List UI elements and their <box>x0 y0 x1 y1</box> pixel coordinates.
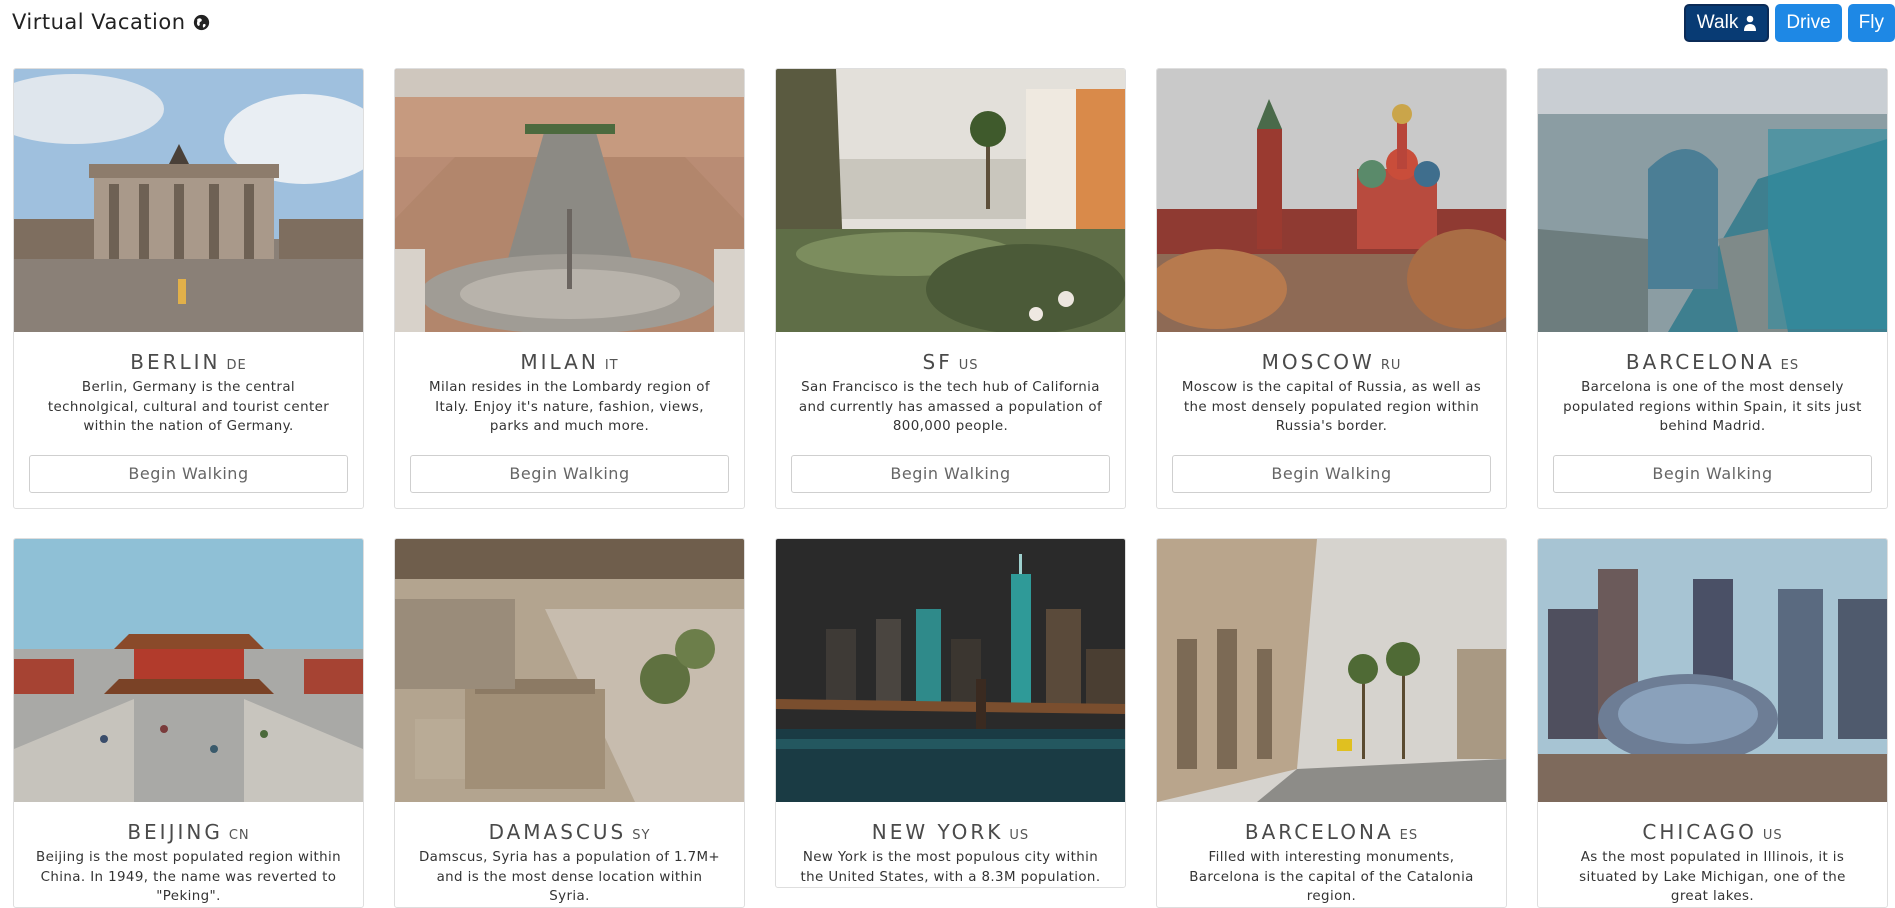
begin-walking-button[interactable]: Begin Walking <box>410 454 729 493</box>
card-title: CHICAGO US <box>1538 820 1887 844</box>
destination-card: CHICAGO US As the most populated in Illin… <box>1537 538 1888 908</box>
barcelona-photo[interactable] <box>1538 69 1887 332</box>
destination-card: BARCELONA ES Filled with interesting monu… <box>1156 538 1507 908</box>
country-code: ES <box>1399 828 1419 843</box>
card-description: Beijing is the most populated region wit… <box>36 850 342 904</box>
card-title: NEW YORK US <box>776 820 1125 844</box>
moscow-photo[interactable] <box>1157 69 1506 332</box>
destination-card: NEW YORK US New York is the most populous… <box>775 538 1126 888</box>
sf-photo[interactable] <box>776 69 1125 332</box>
card-description: Moscow is the capital of Russia, as well… <box>1181 380 1482 434</box>
country-code: RU <box>1380 358 1402 373</box>
card-description: Berlin, Germany is the central technolgi… <box>47 380 330 434</box>
app-title: Virtual Vacation <box>12 10 210 34</box>
city-name: MOSCOW <box>1261 350 1375 374</box>
card-title: SF US <box>776 350 1125 374</box>
card-description: Filled with interesting monuments, Barce… <box>1189 850 1474 904</box>
card-description: As the most populated in Illinois, it is… <box>1579 850 1846 904</box>
user-icon <box>1744 15 1757 31</box>
destination-card: BEIJING CN Beijing is the most populated … <box>13 538 364 908</box>
destination-card: MILAN IT Milan resides in the Lombardy re… <box>394 68 745 509</box>
card-title: MILAN IT <box>395 350 744 374</box>
city-name: MILAN <box>520 350 599 374</box>
card-title: BERLIN DE <box>14 350 363 374</box>
card-title: BARCELONA ES <box>1157 820 1506 844</box>
beijing-photo[interactable] <box>14 539 363 802</box>
country-code: IT <box>604 358 619 373</box>
berlin-photo[interactable] <box>14 69 363 332</box>
walk-mode-label: Walk <box>1696 12 1739 33</box>
country-code: US <box>1009 828 1030 843</box>
begin-walking-button[interactable]: Begin Walking <box>29 454 348 493</box>
country-code: ES <box>1780 358 1800 373</box>
card-title: DAMASCUS SY <box>395 820 744 844</box>
country-code: US <box>1762 828 1783 843</box>
destination-card: DAMASCUS SY Damscus, Syria has a populati… <box>394 538 745 908</box>
card-description: Milan resides in the Lombardy region of … <box>429 380 710 434</box>
fly-mode-button[interactable]: Fly <box>1847 4 1895 42</box>
milan-photo[interactable] <box>395 69 744 332</box>
city-name: NEW YORK <box>871 820 1004 844</box>
card-description: Damscus, Syria has a population of 1.7M+… <box>418 850 721 904</box>
city-name: BARCELONA <box>1244 820 1394 844</box>
country-code: CN <box>228 828 250 843</box>
walk-mode-button[interactable]: Walk <box>1683 4 1770 42</box>
barcelona-street-photo[interactable] <box>1157 539 1506 802</box>
destination-card: MOSCOW RU Moscow is the capital of Russia… <box>1156 68 1507 509</box>
city-name: BEIJING <box>127 820 223 844</box>
globe-icon <box>193 14 209 30</box>
top-bar: Virtual Vacation Walk Drive Fly <box>0 0 1895 48</box>
new-york-photo[interactable] <box>776 539 1125 802</box>
destination-card: SF US San Francisco is the tech hub of Ca… <box>775 68 1126 509</box>
travel-mode-group: Walk Drive Fly <box>1683 4 1895 42</box>
country-code: DE <box>226 358 247 373</box>
country-code: US <box>958 358 979 373</box>
card-title: MOSCOW RU <box>1157 350 1506 374</box>
app-title-text: Virtual Vacation <box>12 10 186 34</box>
city-name: BERLIN <box>130 350 221 374</box>
destination-card: BERLIN DE Berlin, Germany is the central … <box>13 68 364 509</box>
city-name: CHICAGO <box>1642 820 1757 844</box>
city-name: BARCELONA <box>1625 350 1775 374</box>
chicago-photo[interactable] <box>1538 539 1887 802</box>
begin-walking-button[interactable]: Begin Walking <box>1172 454 1491 493</box>
city-name: SF <box>922 350 953 374</box>
card-title: BARCELONA ES <box>1538 350 1887 374</box>
card-description: Barcelona is one of the most densely pop… <box>1563 380 1862 434</box>
city-name: DAMASCUS <box>488 820 627 844</box>
card-description: New York is the most populous city withi… <box>800 850 1101 885</box>
destination-card: BARCELONA ES Barcelona is one of the most… <box>1537 68 1888 509</box>
country-code: SY <box>632 828 651 843</box>
card-description: San Francisco is the tech hub of Califor… <box>798 380 1103 434</box>
drive-mode-button[interactable]: Drive <box>1775 4 1842 42</box>
begin-walking-button[interactable]: Begin Walking <box>791 454 1110 493</box>
damascus-photo[interactable] <box>395 539 744 802</box>
card-title: BEIJING CN <box>14 820 363 844</box>
begin-walking-button[interactable]: Begin Walking <box>1553 454 1872 493</box>
